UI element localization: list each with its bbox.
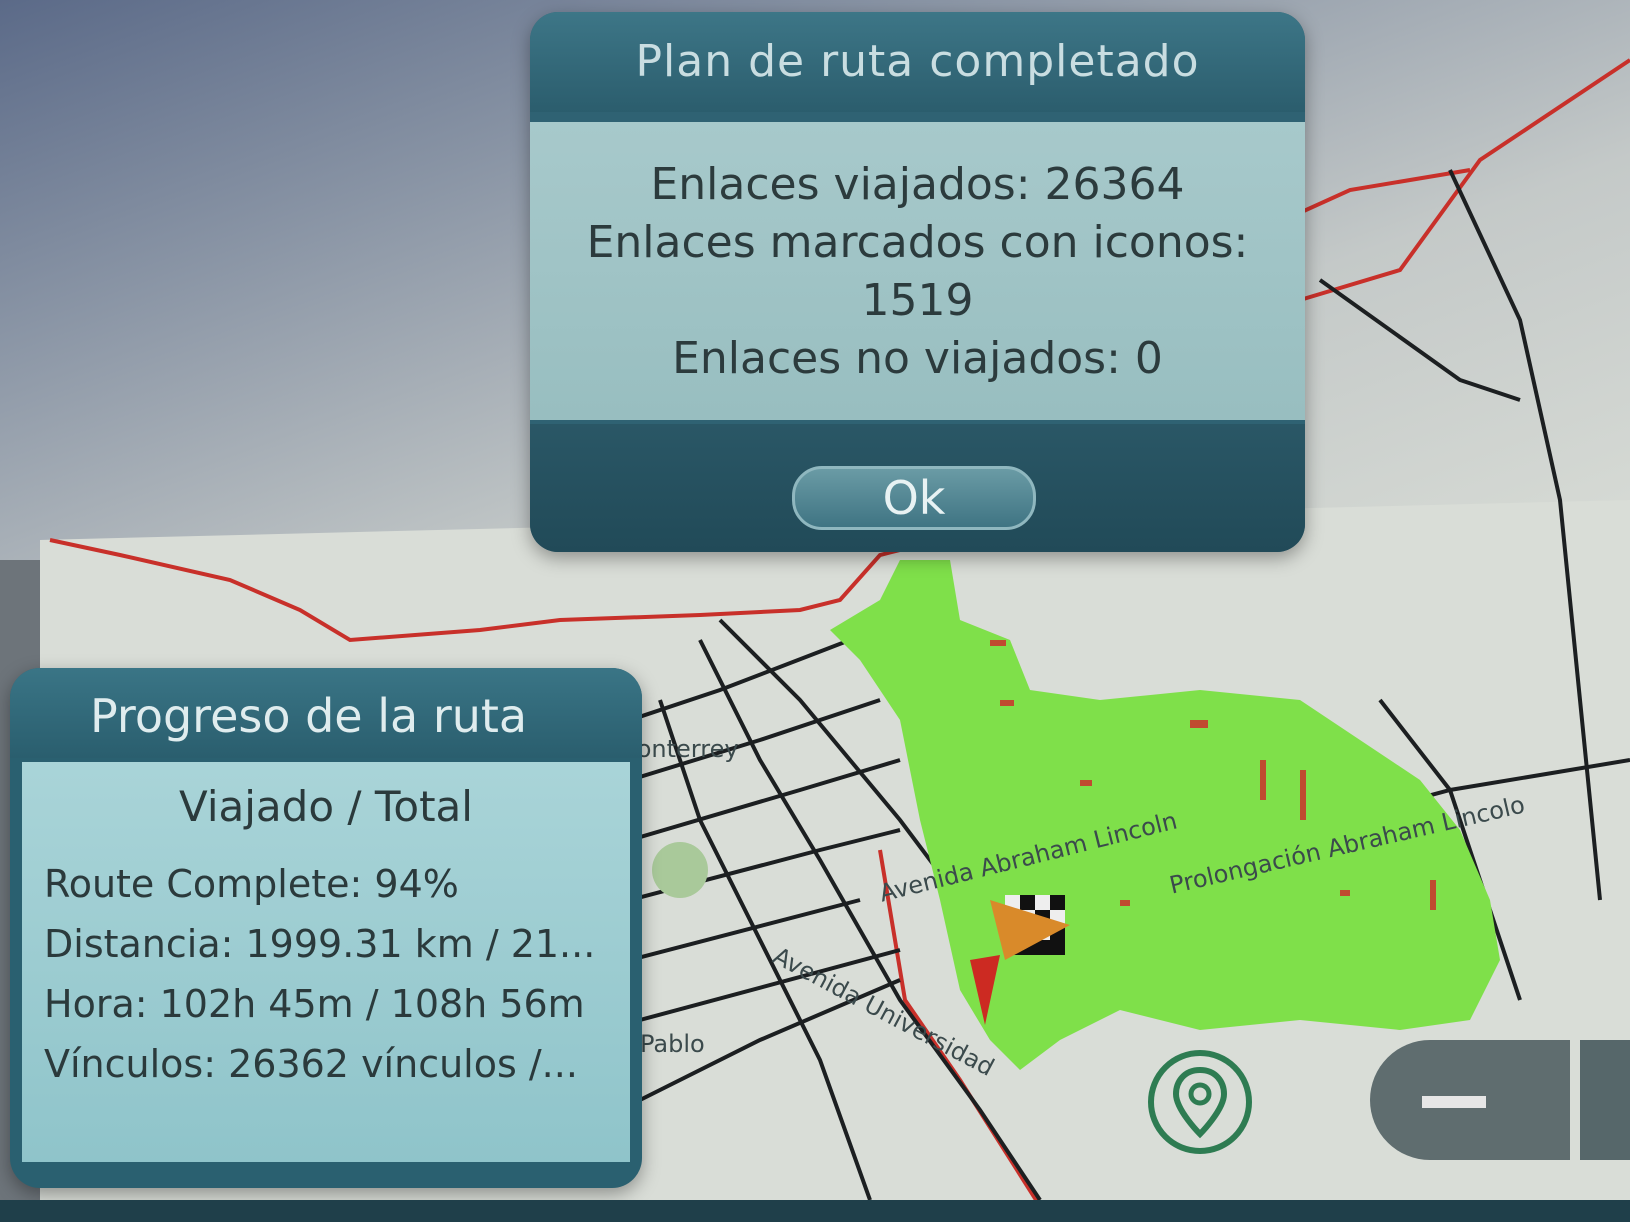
route-complete-stat: Route Complete: 94%	[44, 862, 459, 906]
location-pin-button[interactable]	[1148, 1050, 1252, 1154]
links-marked-count: 1519	[861, 275, 974, 326]
links-stat: Vínculos: 26362 vínculos /...	[44, 1042, 578, 1086]
park-area	[652, 842, 708, 898]
dialog-footer: Ok	[530, 424, 1305, 552]
time-stat: Hora: 102h 45m / 108h 56m	[44, 982, 585, 1026]
ok-button[interactable]: Ok	[792, 466, 1036, 530]
dialog-body: Enlaces viajados: 26364 Enlaces marcados…	[530, 122, 1305, 420]
links-marked-line: Enlaces marcados con iconos:	[586, 217, 1249, 268]
map-label-pablo: Pablo	[640, 1030, 705, 1058]
dialog-title: Plan de ruta completado	[530, 12, 1305, 112]
route-complete-dialog: Plan de ruta completado Enlaces viajados…	[530, 12, 1305, 552]
links-not-traveled-line: Enlaces no viajados: 0	[672, 333, 1163, 384]
location-pin-icon	[1172, 1066, 1228, 1139]
traveled-total-header: Viajado / Total	[179, 782, 473, 831]
distance-stat: Distancia: 1999.31 km / 21...	[44, 922, 596, 966]
bottom-bar	[0, 1200, 1630, 1222]
progress-panel-body: Viajado / Total Route Complete: 94% Dist…	[22, 762, 630, 1162]
route-progress-panel: Progreso de la ruta Viajado / Total Rout…	[10, 668, 642, 1188]
zoom-in-button-edge[interactable]	[1580, 1040, 1630, 1160]
links-traveled-line: Enlaces viajados: 26364	[650, 159, 1185, 210]
zoom-out-button[interactable]	[1370, 1040, 1570, 1160]
progress-panel-title: Progreso de la ruta	[10, 668, 642, 758]
minus-icon	[1422, 1096, 1486, 1108]
